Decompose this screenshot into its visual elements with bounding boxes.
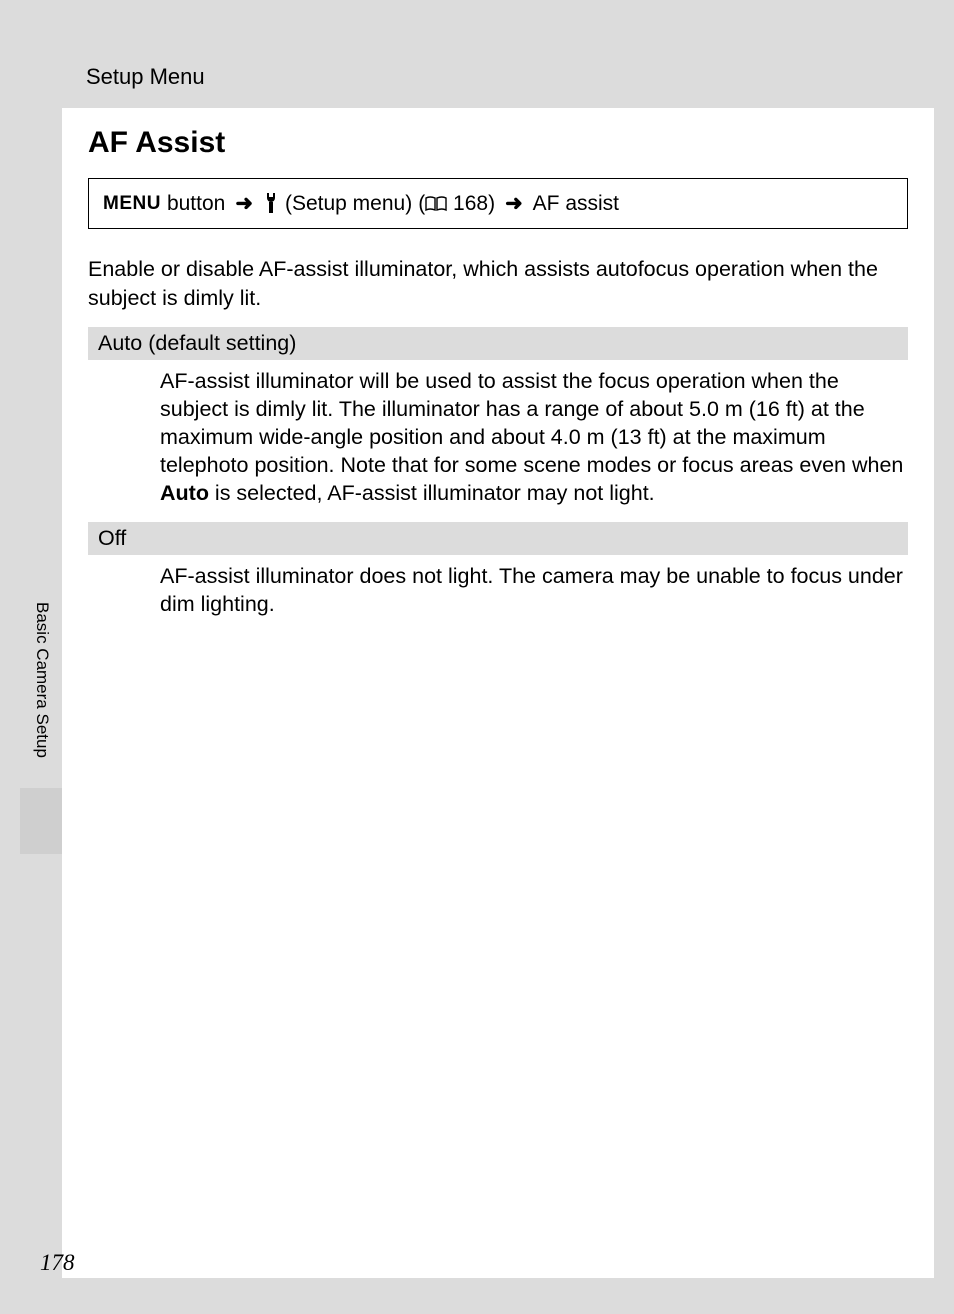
opt-text-bold: Auto bbox=[160, 481, 209, 505]
option-block: Auto (default setting) AF-assist illumin… bbox=[88, 327, 908, 522]
arrow-icon: ➜ bbox=[505, 191, 523, 216]
option-header: Off bbox=[88, 522, 908, 555]
menu-button-label: MENU bbox=[103, 193, 161, 215]
side-tab-marker bbox=[20, 788, 62, 854]
intro-paragraph: Enable or disable AF-assist illuminator,… bbox=[88, 255, 908, 313]
option-body: AF-assist illuminator will be used to as… bbox=[88, 360, 908, 522]
page-title: AF Assist bbox=[88, 126, 908, 160]
arrow-icon: ➜ bbox=[235, 191, 253, 216]
page-number: 178 bbox=[40, 1250, 75, 1276]
option-header: Auto (default setting) bbox=[88, 327, 908, 360]
header-section-label: Setup Menu bbox=[86, 64, 205, 89]
opt-text-post: is selected, AF-assist illuminator may n… bbox=[209, 481, 655, 505]
page-content: AF Assist MENU button ➜ (Setup menu) ( 1… bbox=[62, 108, 934, 1278]
setup-menu-label: (Setup menu) bbox=[285, 192, 412, 216]
page-ref-number: 168) bbox=[453, 192, 495, 215]
header-section: Setup Menu bbox=[0, 0, 954, 108]
button-word: button bbox=[167, 192, 225, 216]
navigation-path: MENU button ➜ (Setup menu) ( 168) ➜ AF a… bbox=[88, 178, 908, 229]
side-tab-label: Basic Camera Setup bbox=[32, 602, 52, 758]
opt-text-pre: AF-assist illuminator will be used to as… bbox=[160, 369, 903, 477]
option-body: AF-assist illuminator does not light. Th… bbox=[88, 555, 908, 633]
book-icon bbox=[425, 192, 447, 215]
wrench-icon bbox=[263, 193, 279, 214]
side-tab: Basic Camera Setup bbox=[20, 602, 62, 854]
nav-final: AF assist bbox=[533, 192, 619, 216]
opt-text-pre: AF-assist illuminator does not light. Th… bbox=[160, 564, 903, 616]
option-block: Off AF-assist illuminator does not light… bbox=[88, 522, 908, 633]
page-ref-group: ( 168) bbox=[418, 192, 495, 216]
